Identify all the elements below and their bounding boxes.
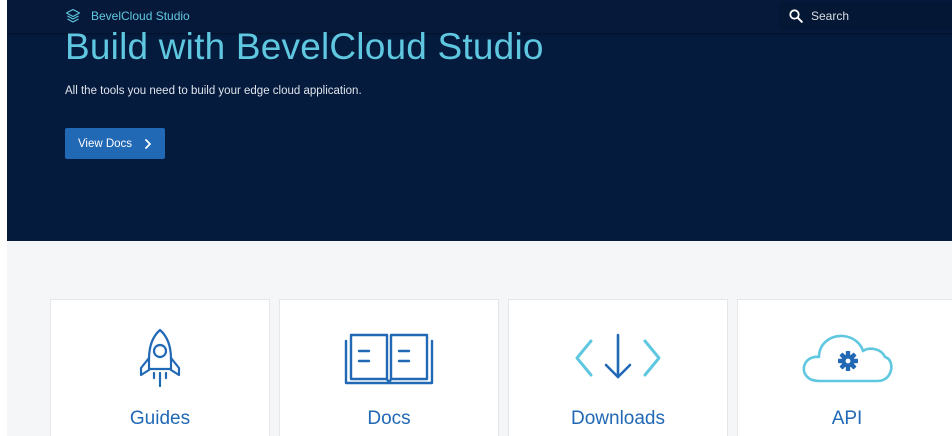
search-icon (789, 9, 803, 23)
search-box[interactable] (779, 2, 952, 30)
api-card[interactable]: API (737, 299, 952, 436)
chevron-right-icon (144, 138, 152, 149)
open-book-icon (280, 327, 498, 389)
downloads-label: Downloads (571, 408, 665, 429)
view-docs-label: View Docs (77, 137, 133, 150)
download-icon (509, 327, 727, 389)
guides-card[interactable]: Guides (50, 299, 270, 436)
api-label: API (831, 408, 863, 429)
view-docs-button[interactable]: View Docs (65, 128, 165, 159)
docs-card[interactable]: Docs (279, 299, 499, 436)
hero-title: Build with BevelCloud Studio (65, 26, 544, 67)
search-input[interactable] (811, 9, 941, 23)
hero-subtitle: All the tools you need to build your edg… (65, 85, 362, 97)
cloud-gear-icon (738, 327, 952, 389)
resource-cards: Guides Docs Downloads API (7, 299, 952, 436)
brand-name: BevelCloud Studio (91, 9, 190, 23)
page: BevelCloud Studio Build with BevelCloud … (7, 0, 952, 436)
downloads-card[interactable]: Downloads (508, 299, 728, 436)
guides-label: Guides (129, 408, 191, 429)
layers-icon (65, 8, 81, 24)
rocket-icon (51, 327, 269, 389)
brand-link[interactable]: BevelCloud Studio (65, 6, 190, 26)
hero-section: BevelCloud Studio Build with BevelCloud … (7, 0, 952, 241)
docs-label: Docs (367, 408, 411, 429)
